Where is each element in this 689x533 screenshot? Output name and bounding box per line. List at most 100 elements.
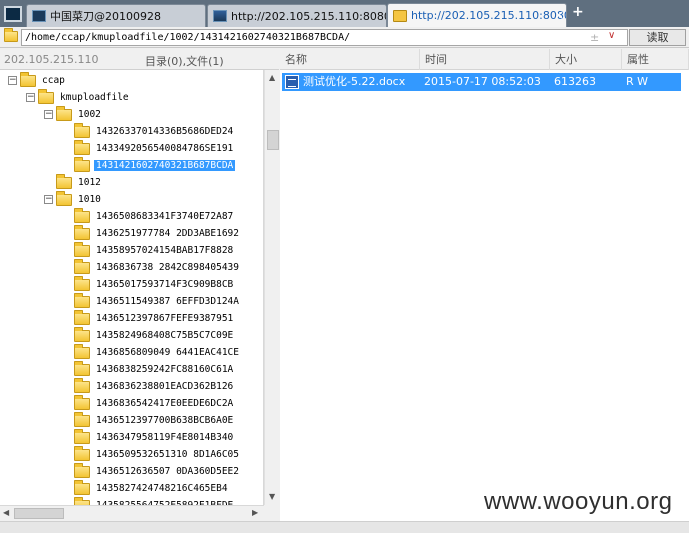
tree-node[interactable]: 1436838259242FC88160C61A [74,360,235,378]
tree-node[interactable]: 1002 [56,105,103,123]
tree-node[interactable]: 1436836738 2842C898405439 [74,258,241,276]
folder-icon [74,360,90,376]
scroll-up-icon[interactable]: ▲ [269,73,275,82]
file-time: 2015-07-17 08:52:03 [424,75,541,88]
tree-node[interactable]: 1436512397867FEFE9387951 [74,309,235,327]
word-doc-icon [285,75,299,89]
webshell-icon [213,10,227,22]
tree-node-label: 1436512397867FEFE9387951 [96,313,234,324]
folder-icon [74,428,90,444]
tree-node[interactable]: 1436856809049 6441EAC41CE [74,343,241,361]
folder-icon [4,28,18,42]
tree-node[interactable]: 14365017593714F3C909B8CB [74,275,235,293]
tree-node[interactable]: 1435824968408C75B5C7C09E [74,326,235,344]
tree-node[interactable]: 14326337014336B5686DED24 [74,122,235,140]
collapse-icon[interactable]: − [44,195,53,204]
folder-icon [20,71,36,87]
tree-node-label: 1010 [78,194,101,205]
folder-icon [74,479,90,495]
tree-node-label: 1435824968408C75B5C7C09E [96,330,234,341]
scroll-thumb[interactable] [14,508,64,519]
folder-icon [74,462,90,478]
folder-icon [393,9,407,22]
file-size: 613263 [554,75,596,88]
tree-node-label: kmuploadfile [60,92,129,103]
tree-node-label: ccap [42,75,65,86]
tree-node[interactable]: 1436836238801EACD362B126 [74,377,235,395]
folder-icon [38,88,54,104]
folder-icon [74,445,90,461]
column-size[interactable]: 大小 [550,49,622,70]
scroll-down-icon[interactable]: ▼ [269,492,275,501]
tree-node[interactable]: 1431421602740321B687BCDA [74,156,236,174]
tree-horizontal-scrollbar[interactable]: ◀ ▶ [0,505,264,521]
tree-node-label: 1436836238801EACD362B126 [96,381,234,392]
folder-icon [74,122,90,138]
tree-node[interactable]: 1012 [56,173,103,191]
file-name: 测试优化-5.22.docx [303,75,406,88]
directory-tree[interactable]: − ccap − kmuploadfile −1002 14326337014336B56… [0,70,264,505]
scroll-thumb[interactable] [267,130,279,150]
chevron-down-icon[interactable]: ∨ [608,30,615,41]
tree-node[interactable]: 1436512397700B638BCB6A0E [74,411,235,429]
tree-node-label: 1436836542417E0EEDE6DC2A [96,398,234,409]
folder-icon [74,275,90,291]
directory-summary: 目录(0),文件(1) [145,55,224,68]
tree-node[interactable]: 14358957024154BAB17F8828 [74,241,235,259]
tab-session-2[interactable]: http://202.105.215.110:8080... [387,3,567,27]
tree-node-label: 14326337014336B5686DED24 [96,126,234,137]
new-tab-button[interactable]: + [572,4,584,20]
tree-node[interactable]: 1436512636507 0DA360D5EE2 [74,462,241,480]
tree-node-label: 1002 [78,109,101,120]
folder-icon [74,156,90,172]
tree-vertical-scrollbar[interactable]: ▲ ▼ [264,70,280,505]
tree-node[interactable]: 1436251977784 2DD3ABE1692 [74,224,241,242]
tab-home[interactable]: 中国菜刀@20100928 [26,4,206,27]
tree-node[interactable]: ccap [20,71,67,89]
folder-icon [74,292,90,308]
tree-node-label: 1433492056540084786SE191 [96,143,234,154]
tree-node[interactable]: 1436508683341F3740E72A87 [74,207,235,225]
tab-session-1[interactable]: http://202.105.215.110:8080... [207,4,387,27]
folder-icon [56,173,72,189]
folder-icon [56,105,72,121]
tree-node[interactable]: kmuploadfile [38,88,131,106]
tab-label: http://202.105.215.110:8080... [231,9,387,23]
tree-node-label: 1436838259242FC88160C61A [96,364,234,375]
collapse-icon[interactable]: − [44,110,53,119]
column-time[interactable]: 时间 [420,49,550,70]
tree-node[interactable]: 1436509532651310 8D1A6C05 [74,445,241,463]
read-button[interactable]: 读取 [629,29,686,46]
scroll-right-icon[interactable]: ▶ [252,508,258,517]
close-tab-icon[interactable]: × [554,8,564,22]
file-row[interactable]: 测试优化-5.22.docx 2015-07-17 08:52:03 61326… [282,73,681,91]
file-attributes: R W [626,75,649,88]
tree-node-label: 1436856809049 6441EAC41CE [96,347,239,358]
collapse-icon[interactable]: − [8,76,17,85]
tree-node-label: 1436836738 2842C898405439 [96,262,239,273]
collapse-icon[interactable]: − [26,93,35,102]
tree-node[interactable]: 1436511549387 6EFFD3D124A [74,292,241,310]
tree-node-label: 1436508683341F3740E72A87 [96,211,234,222]
folder-icon [74,258,90,274]
tree-node[interactable]: 1436347958119F4E8014B340 [74,428,235,446]
folder-icon [74,309,90,325]
path-input[interactable]: /home/ccap/kmuploadfile/1002/14314216027… [21,29,628,46]
column-attributes[interactable]: 属性 [622,49,689,70]
tree-node[interactable]: 1010 [56,190,103,208]
app-menu-icon[interactable] [4,6,22,22]
file-list-header: 名称 时间 大小 属性 [280,49,689,70]
folder-icon [74,224,90,240]
file-list[interactable]: 名称 时间 大小 属性 测试优化-5.22.docx 2015-07-17 08… [280,49,689,521]
sort-icon[interactable]: ± [590,31,599,44]
scroll-left-icon[interactable]: ◀ [3,508,9,517]
column-name[interactable]: 名称 [280,49,420,70]
tree-node[interactable]: 1433492056540084786SE191 [74,139,235,157]
path-bar: /home/ccap/kmuploadfile/1002/14314216027… [0,27,689,48]
tree-node-label: 1012 [78,177,101,188]
tree-node-label: 1436251977784 2DD3ABE1692 [96,228,239,239]
tree-node[interactable]: 1435825564752E5892E1BFDE [74,496,235,505]
tree-node[interactable]: 1435827424748216C465EB4 [74,479,230,497]
tree-node-label: 1436512397700B638BCB6A0E [96,415,234,426]
tree-node[interactable]: 1436836542417E0EEDE6DC2A [74,394,235,412]
